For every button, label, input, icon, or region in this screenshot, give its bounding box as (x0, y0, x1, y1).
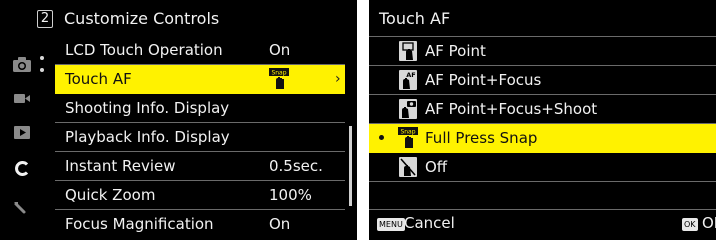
snap-icon: Snap (398, 127, 418, 148)
menu-item-label: Shooting Info. Display (65, 99, 230, 117)
option-af-point-focus[interactable]: AF AF Point+Focus (369, 66, 716, 95)
option-off[interactable]: Off (369, 153, 716, 182)
af-point-icon (399, 41, 417, 61)
menu-item-instant-review[interactable]: Instant Review 0.5sec. (55, 152, 345, 181)
menu-item-label: Focus Magnification (65, 215, 214, 233)
playback-icon[interactable] (11, 122, 33, 142)
wrench-icon[interactable] (11, 198, 33, 218)
menu-item-value: 0.5sec. (269, 157, 323, 175)
cancel-button[interactable]: Cancel (404, 214, 455, 233)
menu-header: 2 Customize Controls (0, 0, 357, 36)
option-label: AF Point+Focus+Shoot (425, 100, 598, 118)
option-full-press-snap[interactable]: Snap Full Press Snap (369, 124, 716, 153)
sidebar-tabs (0, 36, 48, 240)
menu-key-icon: MENU (377, 218, 405, 231)
touch-off-icon (399, 157, 417, 177)
footer-divider (369, 209, 716, 210)
option-label: AF Point (425, 42, 486, 60)
video-icon[interactable] (11, 88, 33, 108)
menu-item-value: On (269, 41, 291, 59)
menu-item-label: LCD Touch Operation (65, 41, 223, 59)
menu-title: Customize Controls (64, 9, 220, 28)
menu-item-lcd-touch-operation[interactable]: LCD Touch Operation On (55, 36, 345, 65)
menu-item-touch-af[interactable]: Touch AF Snap › (55, 65, 345, 94)
camera-icon[interactable] (11, 54, 33, 74)
svg-text:Snap: Snap (271, 70, 286, 77)
submenu-title: Touch AF (379, 9, 451, 28)
menu-item-label: Quick Zoom (65, 186, 156, 204)
menu-item-focus-magnification[interactable]: Focus Magnification On (55, 210, 345, 239)
selected-bullet-icon (379, 135, 384, 140)
page-number-badge: 2 (37, 10, 53, 28)
menu-item-label: Instant Review (65, 157, 176, 175)
menu-item-playback-info-display[interactable]: Playback Info. Display (55, 123, 345, 152)
option-label: Off (425, 158, 448, 176)
menu-item-label: Playback Info. Display (65, 128, 230, 146)
menu-item-label: Touch AF (65, 70, 132, 88)
option-af-point[interactable]: AF Point (369, 37, 716, 66)
option-label: Full Press Snap (425, 129, 538, 147)
custom-c-icon[interactable] (11, 158, 33, 178)
af-point-focus-icon: AF (399, 70, 417, 90)
menu-item-value: 100% (269, 186, 312, 204)
ok-key-icon: OK (682, 218, 698, 231)
sidebar-dots-icon (40, 56, 45, 72)
option-af-point-focus-shoot[interactable]: AF Point+Focus+Shoot (369, 95, 716, 124)
af-point-focus-shoot-icon (399, 99, 417, 119)
scrollbar[interactable] (349, 126, 352, 206)
option-label: AF Point+Focus (425, 71, 542, 89)
menu-item-value: On (269, 215, 291, 233)
svg-text:Snap: Snap (400, 129, 415, 136)
menu-item-shooting-info-display[interactable]: Shooting Info. Display (55, 94, 345, 123)
customize-controls-screen: 2 Customize Controls LCD Touch Operation… (0, 0, 357, 240)
snap-icon: Snap (269, 68, 289, 89)
menu-item-quick-zoom[interactable]: Quick Zoom 100% (55, 181, 345, 210)
ok-button[interactable]: OK (702, 214, 716, 233)
touch-af-submenu: Touch AF AF Point AF AF Point+Focus AF P… (369, 0, 716, 240)
chevron-right-icon: › (335, 71, 341, 87)
svg-text:AF: AF (406, 71, 415, 79)
